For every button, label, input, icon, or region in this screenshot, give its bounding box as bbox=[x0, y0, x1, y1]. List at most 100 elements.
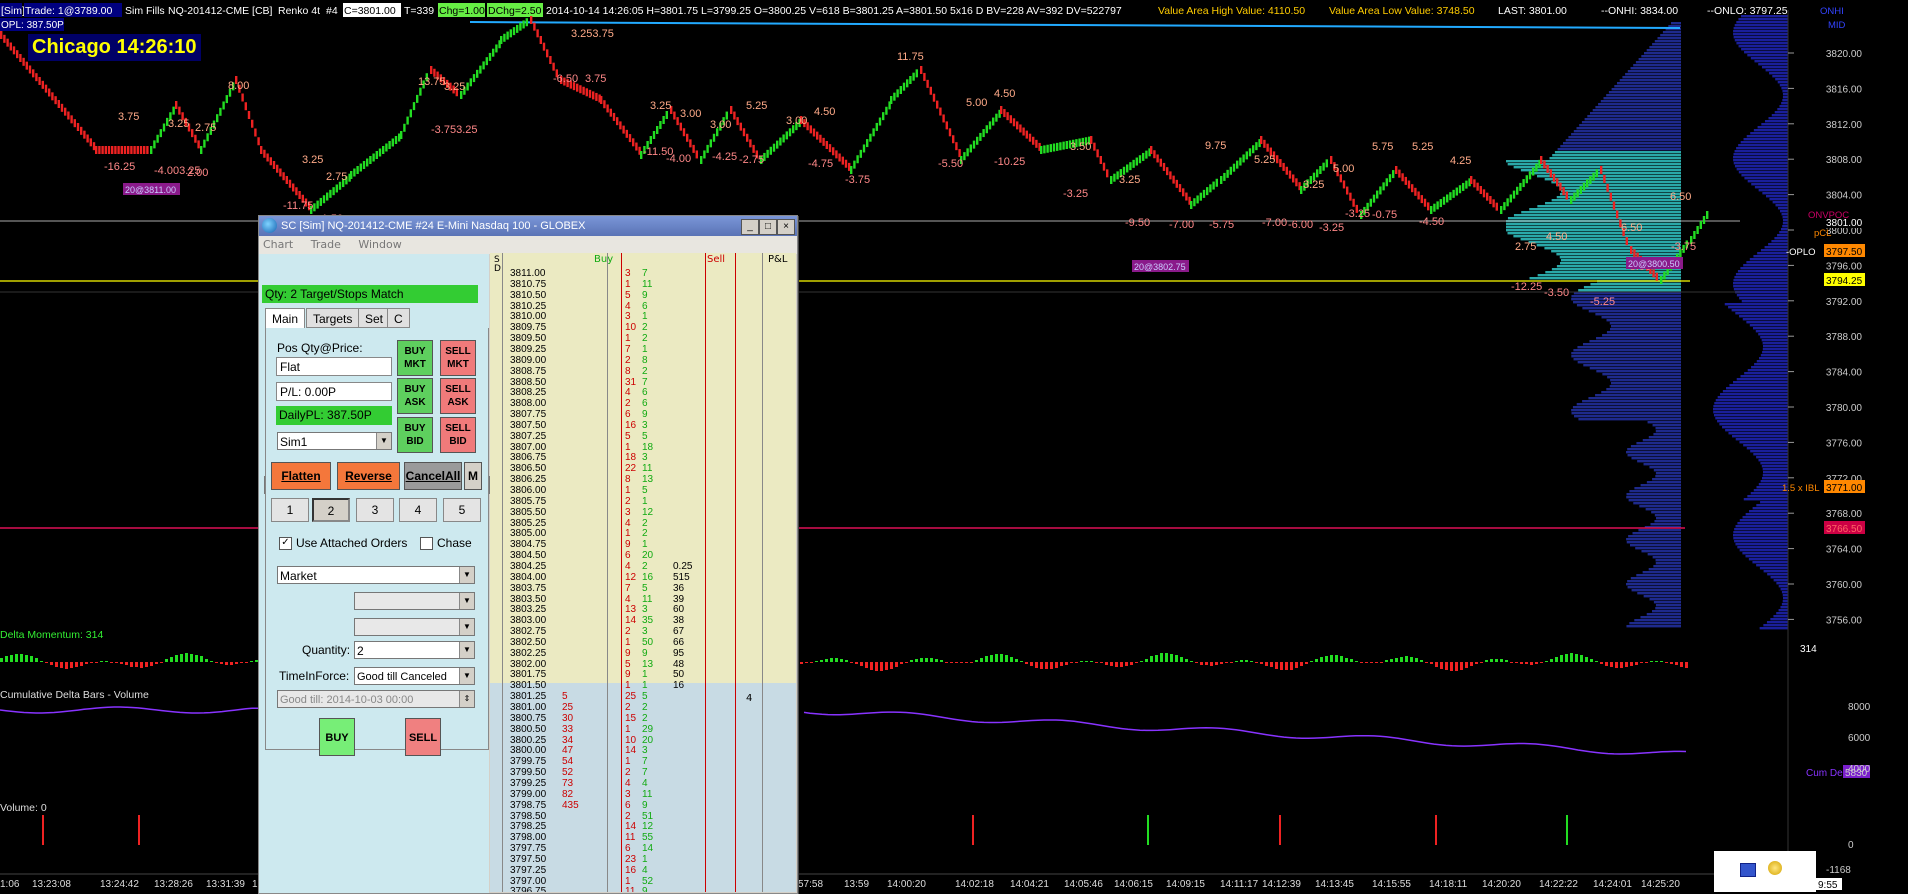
sell-ask-button[interactable]: SELL ASK bbox=[440, 378, 476, 414]
reverse-button[interactable]: Reverse bbox=[337, 462, 400, 490]
ladder-row[interactable]: 3803.50 4 11 39 bbox=[490, 594, 796, 605]
ladder-row[interactable]: 3806.50 22 11 bbox=[490, 463, 796, 474]
ladder-row[interactable]: 3800.00 47 14 3 bbox=[490, 745, 796, 756]
ladder-row[interactable]: 3797.00 1 52 bbox=[490, 876, 796, 887]
quantity-select[interactable]: 2 ▼ bbox=[354, 641, 475, 659]
price-2-select[interactable]: ▼ bbox=[354, 618, 475, 636]
ladder-row[interactable]: 3800.50 33 1 29 bbox=[490, 724, 796, 735]
ladder-row[interactable]: 3810.50 5 9 bbox=[490, 290, 796, 301]
chevron-down-icon[interactable]: ▼ bbox=[459, 642, 474, 658]
ladder-row[interactable]: 3807.00 1 18 bbox=[490, 442, 796, 453]
sell-market-button[interactable]: SELL MKT bbox=[440, 340, 476, 376]
ladder-row[interactable]: 3809.75 10 2 bbox=[490, 322, 796, 333]
ladder-row[interactable]: 3810.25 4 6 bbox=[490, 301, 796, 312]
ladder-row[interactable]: 3799.50 52 2 7 bbox=[490, 767, 796, 778]
ladder-row[interactable]: 3809.00 2 8 bbox=[490, 355, 796, 366]
window-titlebar[interactable]: SC [Sim] NQ-201412-CME #24 E-Mini Nasdaq… bbox=[259, 216, 797, 236]
ladder-row[interactable]: 3799.25 73 4 4 bbox=[490, 778, 796, 789]
ladder-row[interactable]: 3805.00 1 2 bbox=[490, 528, 796, 539]
window-icon[interactable] bbox=[1740, 863, 1756, 877]
qty-preset-1[interactable]: 1 bbox=[271, 498, 309, 522]
ladder-row[interactable]: 3808.75 8 2 bbox=[490, 366, 796, 377]
tab-main[interactable]: Main bbox=[265, 308, 306, 328]
ladder-row[interactable]: 3802.00 5 13 48 bbox=[490, 659, 796, 670]
price-1-select[interactable]: ▼ bbox=[354, 592, 475, 610]
ladder-row[interactable]: 3798.75 435 6 9 bbox=[490, 800, 796, 811]
ladder-row[interactable]: 3804.50 6 20 bbox=[490, 550, 796, 561]
ladder-row[interactable]: 3798.50 2 51 bbox=[490, 811, 796, 822]
ladder-row[interactable]: 3808.00 2 6 bbox=[490, 398, 796, 409]
ladder-row[interactable]: 3805.25 4 2 bbox=[490, 518, 796, 529]
ladder-row[interactable]: 3804.75 9 1 bbox=[490, 539, 796, 550]
qty-preset-4[interactable]: 4 bbox=[399, 498, 437, 522]
chevron-down-icon[interactable]: ▼ bbox=[459, 619, 474, 635]
ladder-row[interactable]: 3797.50 23 1 bbox=[490, 854, 796, 865]
ladder-row[interactable]: 3806.25 8 13 bbox=[490, 474, 796, 485]
ladder-row[interactable]: 3805.50 3 12 bbox=[490, 507, 796, 518]
ladder-row[interactable]: 3799.00 82 3 11 bbox=[490, 789, 796, 800]
minimize-button[interactable]: _ bbox=[741, 219, 759, 235]
price-ladder[interactable]: S D Buy Sell P&L 3811.00 3 7 3810.75 1 11 3810… bbox=[490, 253, 796, 892]
spinner-icon[interactable]: ⇕ bbox=[459, 691, 474, 707]
ladder-row[interactable]: 3797.75 6 14 bbox=[490, 843, 796, 854]
ladder-row[interactable]: 3802.75 2 3 67 bbox=[490, 626, 796, 637]
menu-trade[interactable]: Trade bbox=[311, 238, 341, 251]
ladder-row[interactable]: 3800.25 34 10 20 bbox=[490, 735, 796, 746]
sell-button[interactable]: SELL bbox=[405, 718, 441, 756]
menu-window[interactable]: Window bbox=[358, 238, 401, 251]
cancel-all-button[interactable]: CancelAll bbox=[404, 462, 462, 490]
sim-account-select[interactable]: Sim1 ▼ bbox=[277, 432, 392, 450]
ladder-row[interactable]: 3808.25 4 6 bbox=[490, 387, 796, 398]
sell-bid-button[interactable]: SELL BID bbox=[440, 417, 476, 453]
chevron-down-icon[interactable]: ▼ bbox=[459, 668, 474, 684]
ladder-row[interactable]: 3800.75 30 15 2 bbox=[490, 713, 796, 724]
chevron-down-icon[interactable]: ▼ bbox=[376, 433, 391, 449]
ladder-row[interactable]: 3802.25 9 9 95 bbox=[490, 648, 796, 659]
ladder-row[interactable]: 3798.25 14 12 bbox=[490, 821, 796, 832]
ladder-row[interactable]: 3804.25 4 2 0.25 bbox=[490, 561, 796, 572]
ladder-row[interactable]: 3810.75 1 11 bbox=[490, 279, 796, 290]
ladder-row[interactable]: 3796.75 11 9 bbox=[490, 886, 796, 892]
ladder-row[interactable]: 3801.75 9 1 50 bbox=[490, 669, 796, 680]
buy-button[interactable]: BUY bbox=[319, 718, 355, 756]
ladder-row[interactable]: 3811.00 3 7 bbox=[490, 268, 796, 279]
sun-icon[interactable] bbox=[1768, 861, 1782, 875]
ladder-row[interactable]: 3809.25 7 1 bbox=[490, 344, 796, 355]
ladder-row[interactable]: 3801.50 1 1 16 bbox=[490, 680, 796, 691]
tab-set[interactable]: Set bbox=[358, 308, 391, 328]
ladder-row[interactable]: 3797.25 16 4 bbox=[490, 865, 796, 876]
more-button[interactable]: M bbox=[464, 462, 482, 490]
tif-select[interactable]: Good till Canceled ▼ bbox=[354, 667, 475, 685]
ladder-row[interactable]: 3804.00 12 16 515 bbox=[490, 572, 796, 583]
order-type-select[interactable]: Market ▼ bbox=[277, 566, 475, 584]
qty-preset-5[interactable]: 5 bbox=[443, 498, 481, 522]
ladder-row[interactable]: 3809.50 1 2 bbox=[490, 333, 796, 344]
chevron-down-icon[interactable]: ▼ bbox=[459, 567, 474, 583]
ladder-row[interactable]: 3803.25 13 3 60 bbox=[490, 604, 796, 615]
ladder-row[interactable]: 3807.25 5 5 bbox=[490, 431, 796, 442]
use-attached-checkbox[interactable]: ✓ bbox=[279, 537, 292, 550]
ladder-row[interactable]: 3810.00 3 1 bbox=[490, 311, 796, 322]
menu-chart[interactable]: Chart bbox=[263, 238, 293, 251]
buy-ask-button[interactable]: BUY ASK bbox=[397, 378, 433, 414]
close-button[interactable]: × bbox=[777, 219, 795, 235]
ladder-row[interactable]: 3806.75 18 3 bbox=[490, 452, 796, 463]
ladder-row[interactable]: 3803.75 7 5 36 bbox=[490, 583, 796, 594]
chase-checkbox[interactable] bbox=[420, 537, 433, 550]
flatten-button[interactable]: Flatten bbox=[271, 462, 331, 490]
ladder-row[interactable]: 3799.75 54 1 7 bbox=[490, 756, 796, 767]
ladder-row[interactable]: 3807.75 6 9 bbox=[490, 409, 796, 420]
ladder-row[interactable]: 3808.50 31 7 bbox=[490, 377, 796, 388]
buy-market-button[interactable]: BUY MKT bbox=[397, 340, 433, 376]
ladder-row[interactable]: 3805.75 2 1 bbox=[490, 496, 796, 507]
tab-targets[interactable]: Targets bbox=[306, 308, 360, 328]
ladder-row[interactable]: 3798.00 11 55 bbox=[490, 832, 796, 843]
ladder-row[interactable]: 3803.00 14 35 38 bbox=[490, 615, 796, 626]
buy-bid-button[interactable]: BUY BID bbox=[397, 417, 433, 453]
qty-preset-3[interactable]: 3 bbox=[356, 498, 394, 522]
chevron-down-icon[interactable]: ▼ bbox=[459, 593, 474, 609]
maximize-button[interactable]: □ bbox=[759, 219, 777, 235]
ladder-row[interactable]: 3802.50 1 50 66 bbox=[490, 637, 796, 648]
ladder-row[interactable]: 3807.50 16 3 bbox=[490, 420, 796, 431]
ladder-row[interactable]: 3806.00 1 5 bbox=[490, 485, 796, 496]
